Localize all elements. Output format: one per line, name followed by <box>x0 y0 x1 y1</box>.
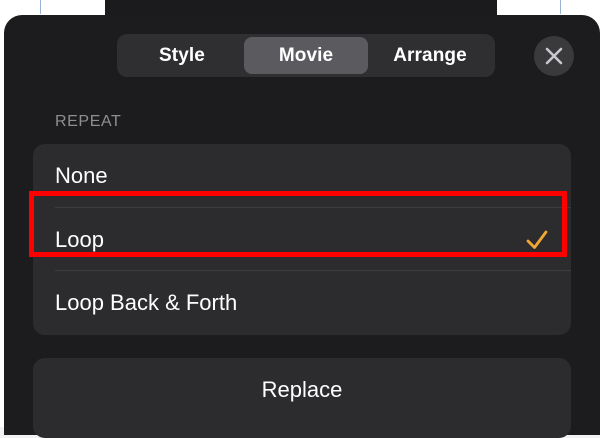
selection-edge-left <box>40 0 41 14</box>
repeat-options-list: None Loop Loop Back & Forth <box>33 144 571 335</box>
repeat-option-loop[interactable]: Loop <box>33 208 571 271</box>
tab-arrange[interactable]: Arrange <box>368 37 492 74</box>
tab-style[interactable]: Style <box>120 37 244 74</box>
format-tab-control: Style Movie Arrange <box>117 34 495 77</box>
option-label: Loop Back & Forth <box>55 289 238 315</box>
close-button[interactable] <box>534 36 574 76</box>
selection-edge-right <box>560 0 561 14</box>
checkmark-icon <box>526 230 548 249</box>
repeat-option-none[interactable]: None <box>33 144 571 207</box>
option-label: None <box>55 162 108 188</box>
movie-thumbnail <box>105 0 497 16</box>
repeat-section-label: REPEAT <box>55 113 122 130</box>
replace-label: Replace <box>261 377 343 402</box>
tab-movie[interactable]: Movie <box>244 37 368 74</box>
format-sheet: Style Movie Arrange REPEAT None Loop Loo… <box>4 15 600 438</box>
repeat-option-loop-back-forth[interactable]: Loop Back & Forth <box>33 271 571 334</box>
option-label: Loop <box>55 226 104 252</box>
close-icon <box>545 47 563 65</box>
replace-button[interactable]: Replace <box>33 358 571 438</box>
